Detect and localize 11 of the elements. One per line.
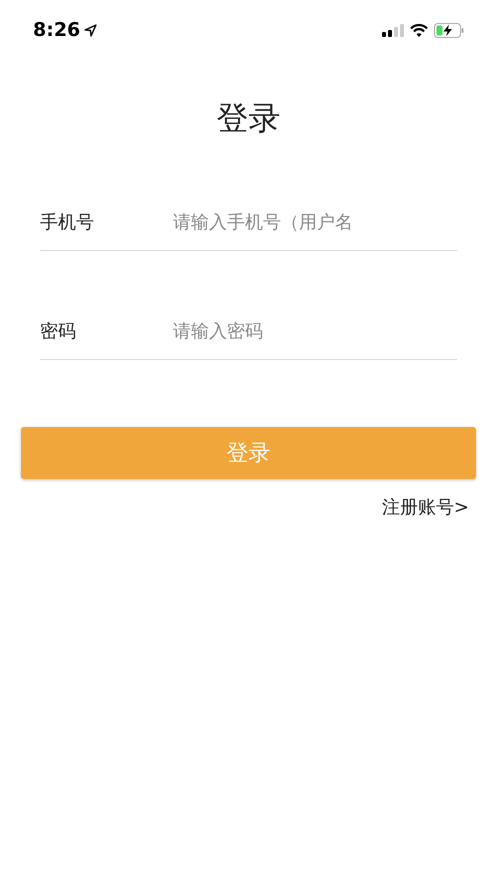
field-label: 密码 bbox=[40, 320, 77, 344]
register-link[interactable]: 注册账号> bbox=[382, 494, 469, 521]
battery-charging-icon bbox=[434, 22, 464, 38]
wifi-icon bbox=[410, 24, 428, 36]
location-arrow-icon bbox=[84, 24, 98, 36]
page-title: 登录 bbox=[216, 98, 280, 139]
signal-icon bbox=[382, 24, 404, 36]
input-field[interactable]: 请输入手机号（用户名 bbox=[173, 208, 457, 236]
status-time: 8:26 bbox=[33, 18, 80, 43]
field-label: 手机号 bbox=[40, 210, 95, 234]
input-field[interactable]: 请输入密码 bbox=[173, 318, 457, 344]
